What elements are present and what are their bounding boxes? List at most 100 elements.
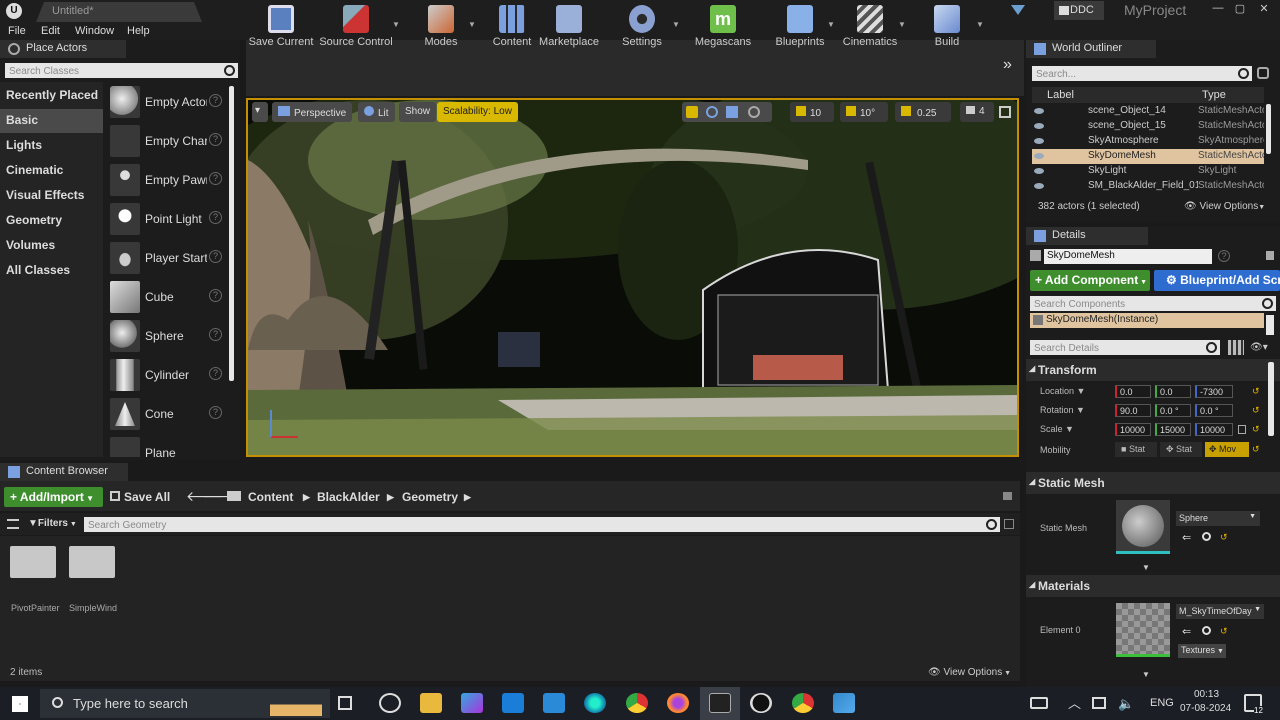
photos-icon[interactable]	[833, 693, 855, 713]
blueprints-button[interactable]: Blueprints	[770, 0, 830, 56]
category-geometry[interactable]: Geometry	[0, 209, 103, 233]
static-mesh-section-header[interactable]: ◢ Static Mesh	[1026, 472, 1280, 494]
category-volumes[interactable]: Volumes	[0, 234, 103, 258]
dell-icon[interactable]	[379, 693, 401, 713]
reset-material-icon[interactable]: ↺	[1220, 626, 1230, 636]
eye-icon[interactable]	[1034, 108, 1044, 114]
modes-button[interactable]: Modes	[410, 0, 472, 56]
help-icon[interactable]: ?	[209, 367, 222, 380]
rotation-label[interactable]: Rotation ▼	[1040, 405, 1085, 415]
textures-dropdown[interactable]: Textures ▼	[1178, 644, 1226, 658]
menu-edit[interactable]: Edit	[41, 25, 60, 37]
search-components-input[interactable]: Search Components	[1030, 296, 1276, 311]
reset-scale-icon[interactable]: ↺	[1252, 424, 1262, 434]
language-indicator[interactable]: ENG	[1150, 697, 1174, 709]
location-label[interactable]: Location ▼	[1040, 386, 1085, 396]
component-instance-row[interactable]: SkyDomeMesh(Instance)	[1030, 313, 1264, 328]
edge-icon[interactable]	[584, 693, 606, 713]
windows-start-icon[interactable]	[12, 696, 28, 712]
menu-help[interactable]: Help	[127, 25, 150, 37]
store-icon[interactable]	[543, 693, 565, 713]
cinematics-button[interactable]: Cinematics	[840, 0, 900, 56]
materials-section-header[interactable]: ◢ Materials	[1026, 575, 1280, 597]
outliner-row[interactable]: SkyAtmosphere SkyAtmosphere	[1032, 134, 1264, 149]
breadcrumb-separator-icon[interactable]: ▶	[303, 492, 310, 503]
actor-item-cylinder[interactable]: Cylinder?	[108, 357, 226, 395]
copilot-icon[interactable]	[461, 693, 483, 713]
outliner-row[interactable]: scene_Object_14 StaticMeshActor	[1032, 104, 1264, 119]
help-icon[interactable]: ?	[209, 289, 222, 302]
scalability-warning[interactable]: Scalability: Low	[437, 102, 518, 122]
help-icon[interactable]: ?	[209, 94, 222, 107]
eye-icon[interactable]	[1034, 138, 1044, 144]
category-basic[interactable]: Basic	[0, 109, 103, 133]
folder-simplewind[interactable]	[69, 546, 115, 578]
scale-x-field[interactable]: 10000	[1115, 423, 1151, 436]
category-all-classes[interactable]: All Classes	[0, 259, 103, 283]
mobility-static-button[interactable]: ■ Stat	[1115, 442, 1157, 457]
location-x-field[interactable]: 0.0	[1115, 385, 1151, 398]
property-matrix-icon[interactable]	[1228, 340, 1244, 355]
filters-button[interactable]: ▼Filters ▼	[28, 518, 77, 529]
folder-icon[interactable]	[227, 491, 241, 501]
actor-item-player-start[interactable]: Player Start?	[108, 240, 226, 278]
material-thumbnail[interactable]	[1116, 603, 1170, 657]
megascans-button[interactable]: m Megascans	[693, 0, 753, 56]
rotation-y-field[interactable]: 0.0 °	[1155, 404, 1191, 417]
breadcrumb-blackalder[interactable]: BlackAlder	[317, 490, 380, 504]
outliner-search-input[interactable]: Search...	[1032, 66, 1252, 81]
actor-item-empty-character[interactable]: Empty Character?	[108, 123, 226, 161]
components-scrollbar[interactable]	[1266, 315, 1274, 335]
chevron-down-icon[interactable]: ▼	[392, 20, 400, 29]
help-icon[interactable]: ?	[209, 211, 222, 224]
outliner-row-selected[interactable]: SkyDomeMesh StaticMeshActor	[1032, 149, 1264, 164]
grid-snap-button[interactable]: 10	[790, 102, 834, 122]
perspective-button[interactable]: Perspective	[272, 102, 353, 122]
maximize-button[interactable]: ▢	[1230, 2, 1250, 16]
save-current-button[interactable]: Save Current	[248, 0, 314, 56]
scale-label[interactable]: Scale ▼	[1040, 424, 1074, 434]
folder-pivotpainter[interactable]	[10, 546, 56, 578]
scale-tool-icon[interactable]	[726, 106, 738, 118]
outliner-row[interactable]: SM_BlackAlder_Field_01 StaticMeshActor	[1032, 179, 1264, 194]
rotation-x-field[interactable]: 90.0	[1115, 404, 1151, 417]
toolbar-overflow-icon[interactable]: »	[1003, 56, 1012, 74]
rotate-tool-icon[interactable]	[706, 106, 718, 118]
place-actors-scrollbar[interactable]	[229, 86, 234, 381]
content-button[interactable]: Content	[488, 0, 536, 56]
save-search-icon[interactable]	[1004, 519, 1014, 529]
file-explorer-icon[interactable]	[420, 693, 442, 713]
save-all-button[interactable]: Save All	[110, 490, 170, 504]
blueprint-add-script-button[interactable]: ⚙ Blueprint/Add Script	[1154, 270, 1280, 291]
expand-more-icon[interactable]: ▼	[1142, 563, 1150, 572]
mobility-stationary-button[interactable]: ✥ Stat	[1160, 442, 1202, 457]
breadcrumb-separator-icon[interactable]: ▶	[387, 492, 394, 503]
actor-name-field[interactable]: SkyDomeMesh	[1044, 249, 1212, 264]
browse-material-icon[interactable]	[1202, 626, 1211, 635]
lock-icon[interactable]	[1266, 251, 1274, 260]
breadcrumb-content[interactable]: Content	[248, 490, 293, 504]
actor-item-cone[interactable]: Cone?	[108, 396, 226, 434]
world-local-icon[interactable]	[748, 106, 760, 118]
search-classes-input[interactable]: Search Classes	[5, 63, 238, 78]
actor-item-cube[interactable]: Cube?	[108, 279, 226, 317]
reset-rotation-icon[interactable]: ↺	[1252, 405, 1262, 415]
location-z-field[interactable]: -7300	[1195, 385, 1233, 398]
help-icon[interactable]: ?	[1218, 250, 1230, 262]
outliner-row[interactable]: SkyLight SkyLight	[1032, 164, 1264, 179]
place-actors-tab[interactable]: Place Actors	[0, 40, 126, 58]
browse-asset-icon[interactable]	[1202, 532, 1211, 541]
scale-lock-icon[interactable]	[1238, 425, 1246, 434]
eye-icon[interactable]	[1034, 153, 1044, 159]
outliner-scrollbar[interactable]	[1266, 104, 1271, 154]
eye-icon[interactable]	[1034, 123, 1044, 129]
firefox-icon[interactable]	[667, 693, 689, 713]
level-tab[interactable]: Untitled*	[36, 2, 202, 22]
keyboard-icon[interactable]	[1030, 697, 1048, 709]
unreal-logo-icon[interactable]: U	[6, 3, 22, 19]
unreal-engine-icon[interactable]	[750, 693, 772, 713]
col-type[interactable]: Type	[1202, 89, 1226, 101]
task-view-icon[interactable]	[338, 696, 352, 710]
reset-mobility-icon[interactable]: ↺	[1252, 444, 1262, 454]
network-icon[interactable]	[1092, 697, 1106, 709]
